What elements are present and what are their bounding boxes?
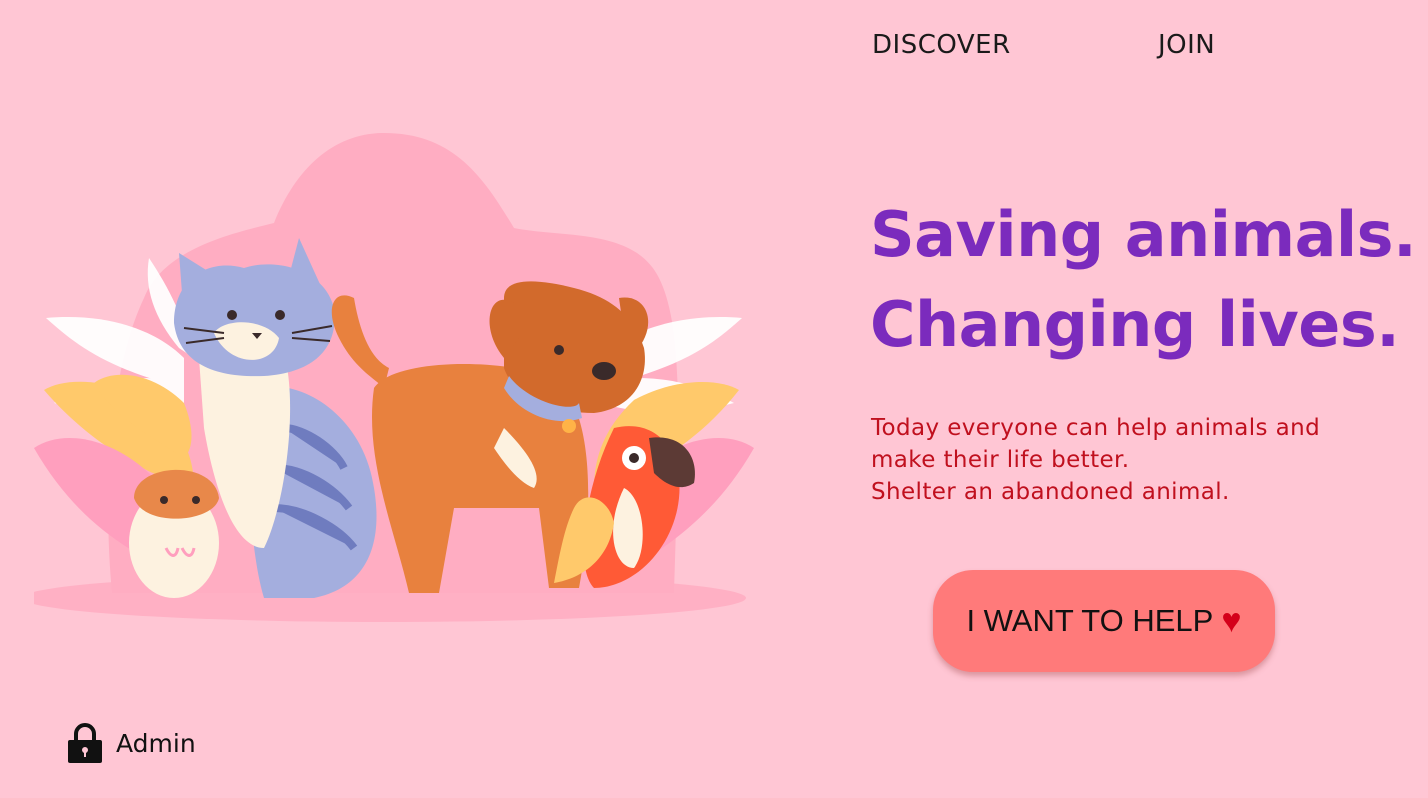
admin-label: Admin bbox=[116, 728, 196, 758]
pets-illustration bbox=[34, 133, 754, 622]
hero-headline: Saving animals. Changing lives. bbox=[870, 190, 1417, 370]
lock-icon bbox=[68, 723, 102, 763]
want-to-help-button[interactable]: I WANT TO HELP ♥ bbox=[933, 570, 1275, 672]
headline-line-2: Changing lives. bbox=[870, 288, 1400, 361]
heart-icon: ♥ bbox=[1221, 602, 1242, 640]
description-line-2: make their life better. bbox=[871, 447, 1130, 473]
description-line-3: Shelter an abandoned animal. bbox=[871, 479, 1230, 505]
top-nav: DISCOVER JOIN bbox=[872, 30, 1292, 66]
nav-join-link[interactable]: JOIN bbox=[1158, 30, 1215, 60]
admin-link[interactable]: Admin bbox=[66, 722, 196, 764]
hamster-figure bbox=[129, 469, 219, 598]
nav-discover-link[interactable]: DISCOVER bbox=[872, 30, 1011, 60]
hero-description: Today everyone can help animals and make… bbox=[871, 412, 1391, 508]
description-line-1: Today everyone can help animals and bbox=[871, 415, 1321, 441]
headline-line-1: Saving animals. bbox=[870, 198, 1417, 271]
want-to-help-label: I WANT TO HELP bbox=[966, 603, 1214, 638]
